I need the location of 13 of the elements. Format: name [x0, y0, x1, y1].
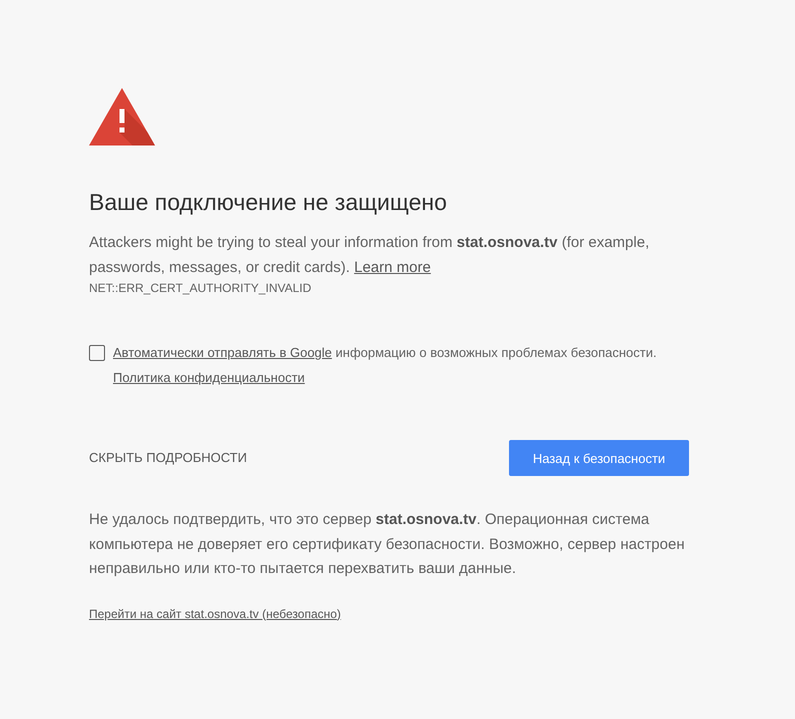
warning-icon	[89, 88, 155, 146]
privacy-policy-link[interactable]: Политика конфиденциальности	[113, 365, 305, 390]
report-checkbox[interactable]	[89, 345, 105, 361]
learn-more-link[interactable]: Learn more	[354, 259, 431, 276]
auto-send-link[interactable]: Автоматически отправлять в Google	[113, 345, 332, 360]
back-to-safety-button[interactable]: Назад к безопасности	[509, 440, 689, 476]
page-heading: Ваше подключение не защищено	[89, 188, 447, 216]
proceed-link[interactable]: Перейти на сайт stat.osnova.tv (небезопасно)	[89, 602, 341, 626]
details-text: Не удалось подтвердить, что это сервер stat.osnova.tv. Операционная система компьютера не доверяет его сертификату безопасности. Возможно, сервер настроен неправильно или кто-то пытается перехватить ваши данные.	[89, 510, 686, 579]
error-code: NET::ERR_CERT_AUTHORITY_INVALID	[89, 280, 312, 296]
warning-message: Attackers might be trying to steal your information from stat.osnova.tv (for example, passwords, messages, or credit cards). Learn more	[89, 233, 650, 278]
hide-details-button[interactable]: СКРЫТЬ ПОДРОБНОСТИ	[89, 440, 247, 476]
report-consent-text: Автоматически отправлять в Google информацию о возможных проблемах безопасности.	[113, 344, 657, 362]
